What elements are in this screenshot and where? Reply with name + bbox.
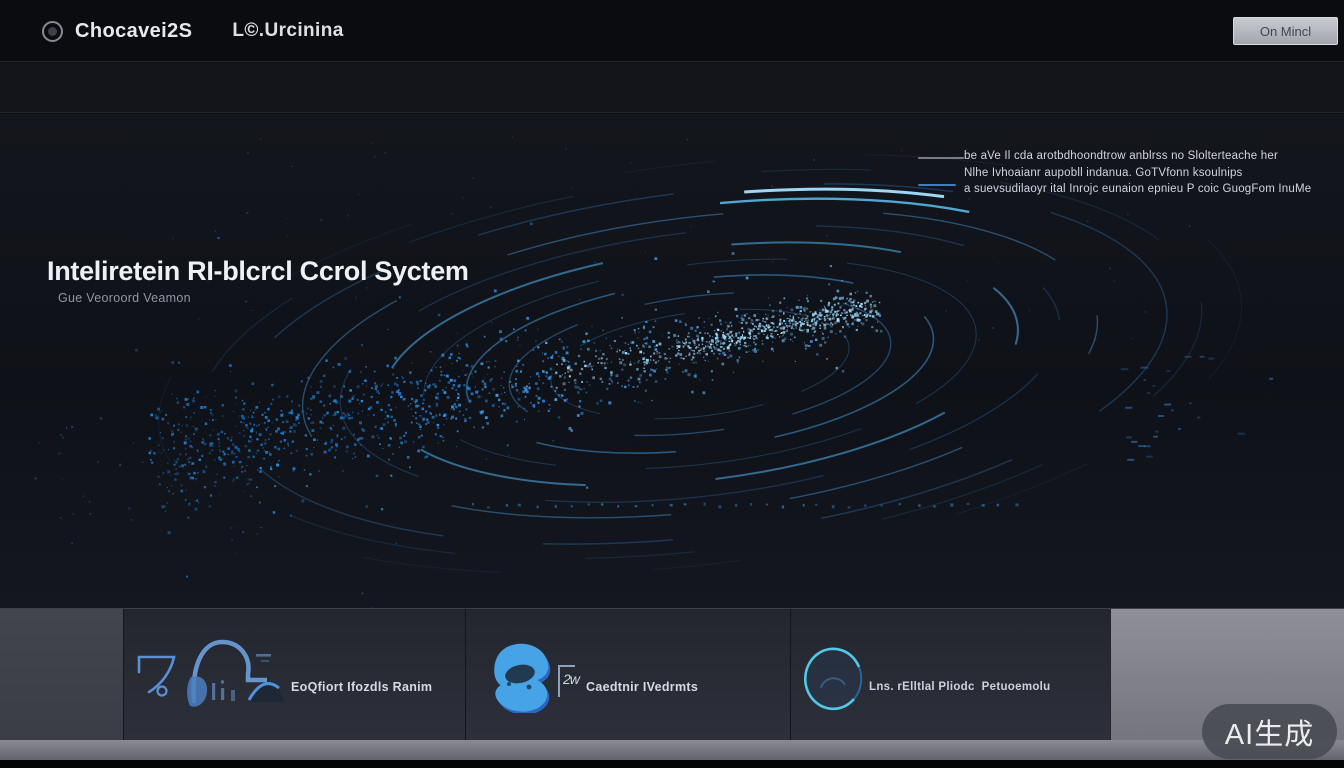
page-title: Inteliretein RI-blcrcl Ccrol Syctem — [47, 256, 469, 287]
feature-bar: EoQfiort Ifozdls Ranim 2w Caedtnir IVedr… — [0, 608, 1344, 740]
page-subtitle: Gue Veoroord Veamon — [58, 291, 469, 305]
feature-card-3[interactable]: Lns. rElltlal Pliodc Petuoemolu — [790, 609, 1110, 741]
bracket-headphone-swoosh-icons — [134, 633, 294, 711]
circle-outline-icon — [801, 646, 865, 712]
nav-cta-button[interactable]: On Mincl — [1233, 17, 1338, 45]
feature-label: Caedtnir IVedrmts — [586, 680, 698, 694]
description-line: be aVe Il cda arotbdhoondtrow anblrss no… — [964, 148, 1298, 165]
ai-watermark-badge: AI生成 — [1202, 704, 1337, 759]
bottom-band — [0, 740, 1344, 760]
decorative-dash-icon — [918, 157, 964, 159]
blob-icon — [482, 637, 552, 713]
hero-description: be aVe Il cda arotbdhoondtrow anblrss no… — [918, 148, 1298, 198]
brand-secondary: L©.Urcinina — [232, 20, 343, 42]
feature-label: Lns. rElltlal Pliodc Petuoemolu — [869, 681, 1051, 693]
feature-glyph: 2w — [563, 671, 579, 687]
hero-section: Inteliretein RI-blcrcl Ccrol Syctem Gue … — [0, 114, 1344, 608]
description-line: a suevsudilaoyr ital Inrojc eunaion epni… — [964, 181, 1298, 198]
feature-card-2[interactable]: 2w Caedtnir IVedrmts — [465, 609, 790, 741]
landing-page: Chocavei2S L©.Urcinina On Mincl — [0, 0, 1344, 768]
bottom-strip — [0, 760, 1344, 768]
secondary-nav-bar — [0, 63, 1344, 113]
top-nav: Chocavei2S L©.Urcinina On Mincl — [0, 0, 1344, 62]
feature-bar-left-panel — [0, 609, 123, 741]
decorative-dash-accent-icon — [918, 184, 956, 186]
feature-card-1[interactable]: EoQfiort Ifozdls Ranim — [123, 609, 465, 741]
brand[interactable]: Chocavei2S L©.Urcinina — [42, 0, 344, 62]
circle-dot-icon — [42, 21, 63, 42]
brand-name: Chocavei2S — [75, 20, 192, 43]
feature-label: EoQfiort Ifozdls Ranim — [291, 680, 432, 694]
description-line: Nlhe Ivhoaianr aupobll indanua. GoTVfonn… — [964, 165, 1298, 182]
